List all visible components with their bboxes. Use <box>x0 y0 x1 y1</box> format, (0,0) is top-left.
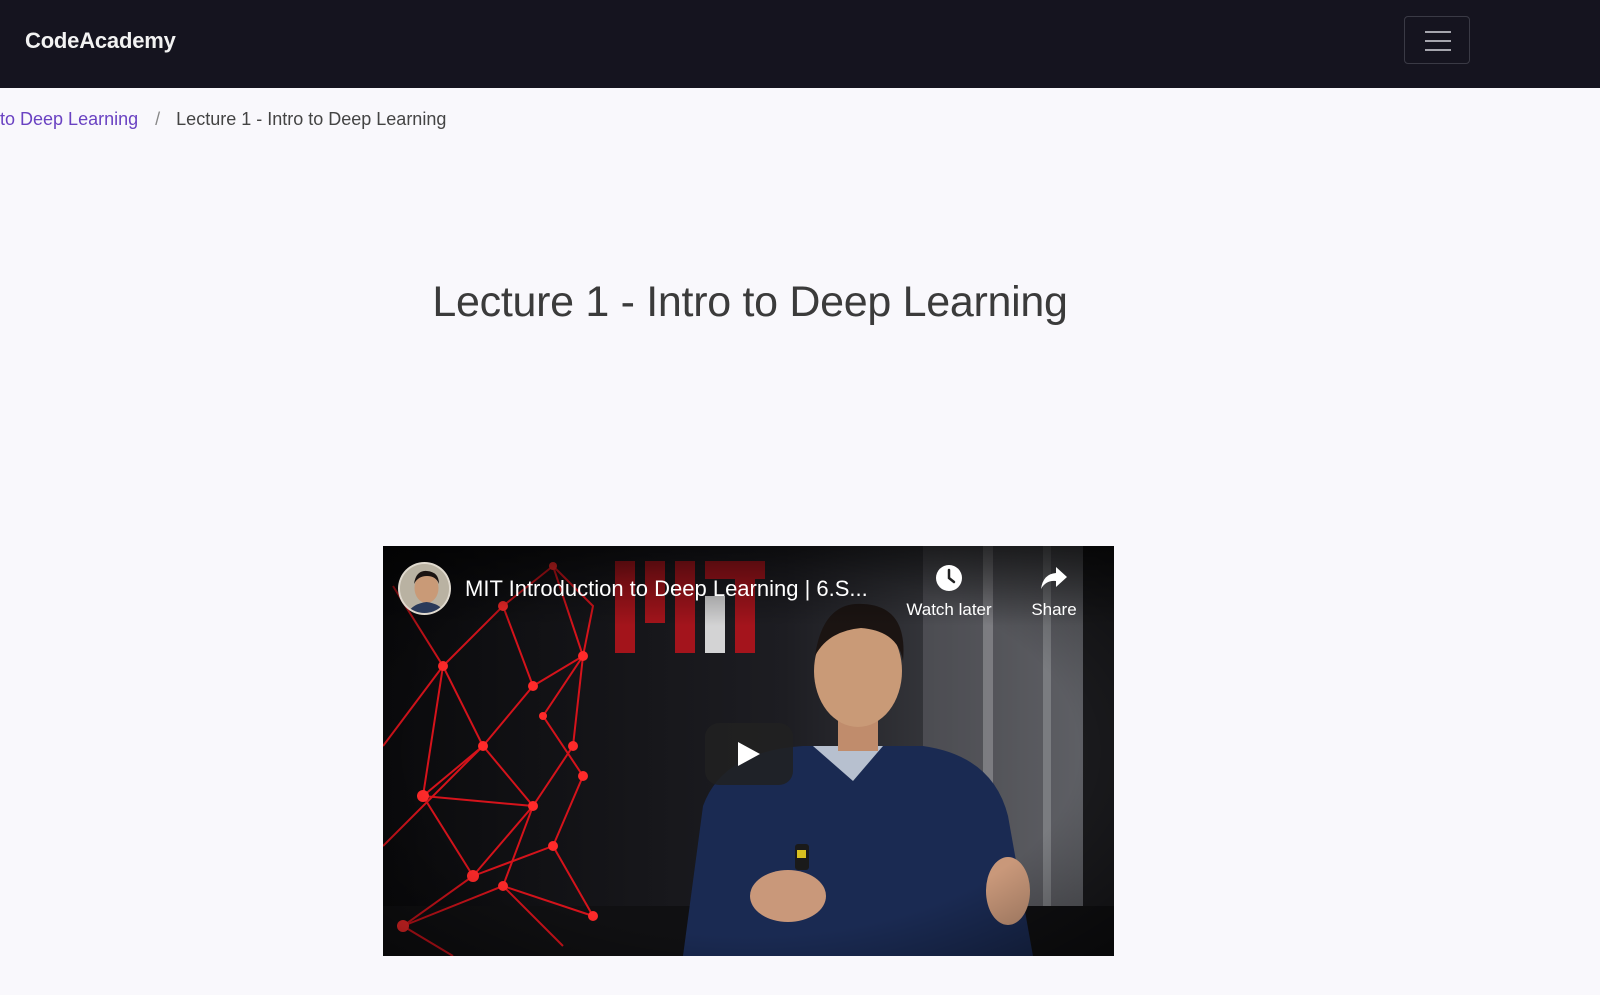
share-label: Share <box>1031 600 1077 619</box>
breadcrumb: n to Deep Learning / Lecture 1 - Intro t… <box>0 106 446 132</box>
brand-logo[interactable]: CodeAcademy <box>25 28 176 54</box>
play-icon <box>738 742 760 766</box>
breadcrumb-current: Lecture 1 - Intro to Deep Learning <box>176 109 447 129</box>
hamburger-menu-icon-bar <box>1425 40 1451 42</box>
hamburger-menu-icon-bar <box>1425 49 1451 51</box>
top-navbar: CodeAcademy <box>0 0 1600 88</box>
hamburger-menu-icon <box>1425 31 1451 33</box>
share-button[interactable]: Share <box>1004 564 1104 620</box>
video-title[interactable]: MIT Introduction to Deep Learning | 6.S.… <box>465 576 868 602</box>
page-title: Lecture 1 - Intro to Deep Learning <box>432 278 1068 326</box>
watch-later-label: Watch later <box>906 600 992 619</box>
breadcrumb-link-course[interactable]: n to Deep Learning <box>0 106 138 132</box>
menu-toggle-button[interactable] <box>1404 16 1470 64</box>
share-arrow-icon <box>1041 567 1067 589</box>
play-button[interactable] <box>705 723 793 785</box>
breadcrumb-separator: / <box>155 109 161 129</box>
watch-later-button[interactable]: Watch later <box>899 564 999 620</box>
channel-avatar[interactable] <box>398 562 451 615</box>
clock-icon <box>936 565 962 591</box>
video-player[interactable]: MIT Introduction to Deep Learning | 6.S.… <box>383 546 1114 956</box>
